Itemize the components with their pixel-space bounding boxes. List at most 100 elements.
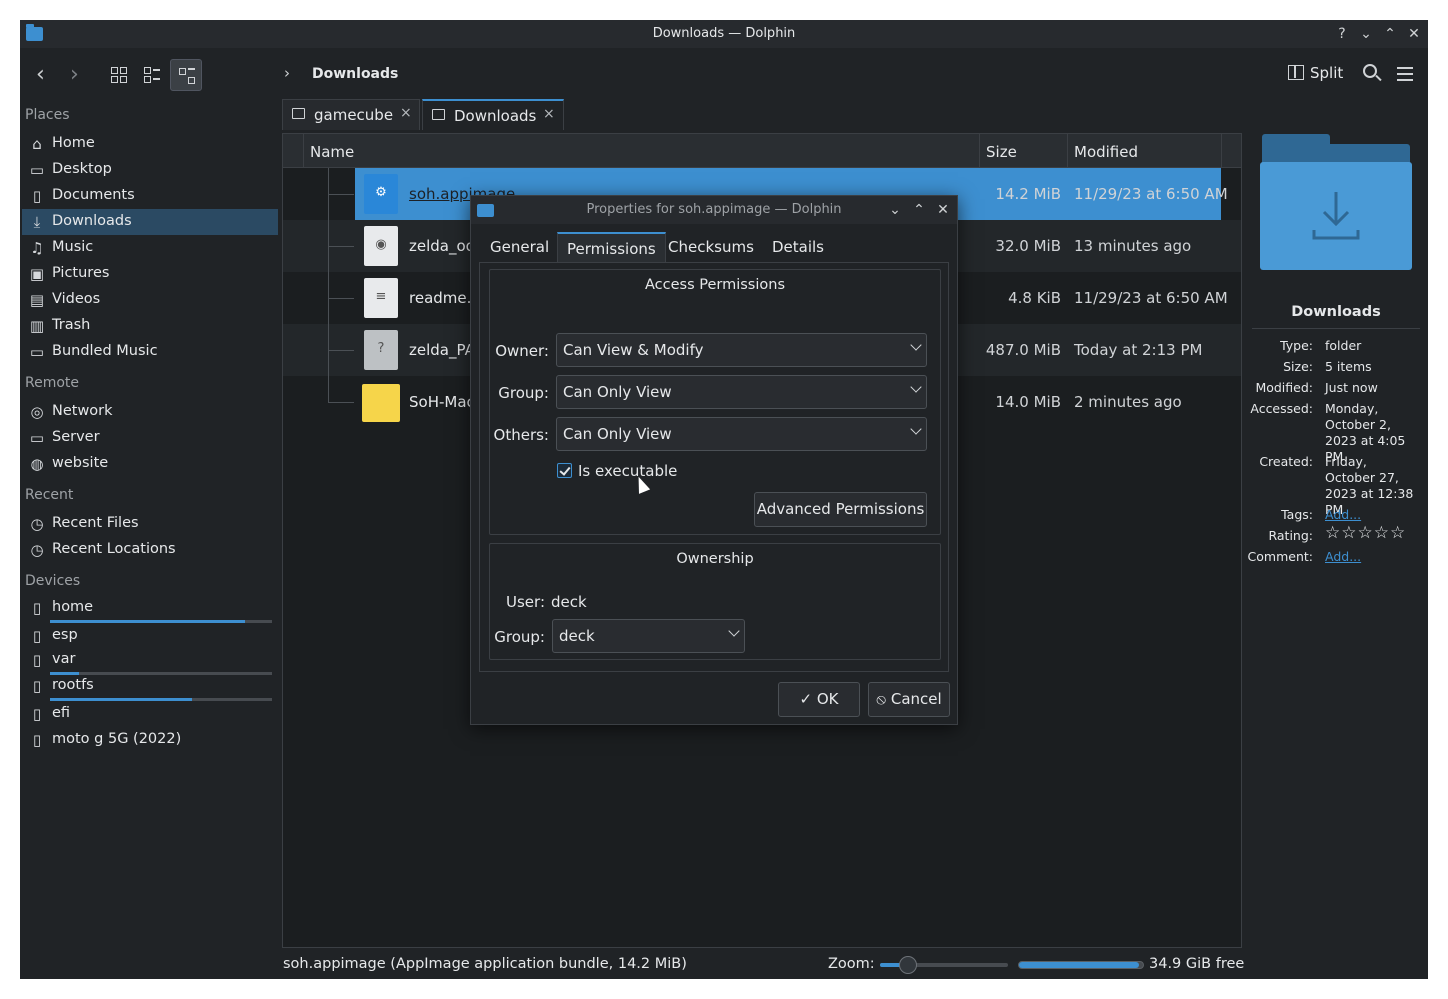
sidebar-item-videos[interactable]: ▤ Videos [22, 287, 278, 313]
others-permission-value: Can Only View [563, 425, 672, 443]
icons-view-button[interactable] [103, 59, 135, 91]
sidebar-item-trash[interactable]: ▥ Trash [22, 313, 278, 339]
phone-icon: ▯ [32, 731, 42, 749]
tree-line [328, 246, 354, 247]
breadcrumb-chevron-icon[interactable]: › [284, 64, 290, 82]
tab-downloads[interactable]: Downloads × [422, 99, 564, 130]
sidebar-item-recent-files[interactable]: ◷ Recent Files [22, 511, 278, 537]
group-label: Group: [498, 384, 549, 402]
search-icon[interactable] [1363, 64, 1377, 78]
sidebar-item-bundled-music[interactable]: ▭ Bundled Music [22, 339, 278, 365]
column-name[interactable]: Name [303, 134, 979, 168]
sidebar-item-var[interactable]: ▯ var [22, 647, 278, 673]
column-modified[interactable]: Modified [1067, 134, 1221, 168]
hamburger-menu-icon[interactable] [1397, 67, 1413, 81]
rating-stars[interactable]: ☆☆☆☆☆ [1325, 525, 1420, 542]
compact-view-button[interactable] [136, 59, 168, 91]
home-icon: ⌂ [32, 135, 42, 153]
sidebar-item-label: moto g 5G (2022) [52, 731, 182, 747]
sidebar-item-home[interactable]: ⌂ Home [22, 131, 278, 157]
sidebar-item-label: Bundled Music [52, 343, 158, 359]
pictures-icon: ▣ [29, 265, 45, 283]
column-header: Name Size Modified [283, 134, 1241, 168]
dialog-close-button[interactable]: ✕ [933, 200, 953, 220]
sidebar-section-title: Devices [25, 573, 81, 589]
dialog-maximize-button[interactable]: ⌃ [909, 200, 929, 220]
is-executable-label[interactable]: Is executable [578, 462, 677, 480]
info-size-key: Size: [1283, 359, 1313, 374]
sidebar-item-home[interactable]: ▯ home [22, 595, 278, 621]
chevron-down-icon [910, 423, 922, 435]
minimize-button[interactable]: ⌄ [1356, 24, 1376, 44]
ok-button[interactable]: ✓ OK [778, 682, 860, 717]
sidebar-item-efi[interactable]: ▯ efi [22, 701, 278, 727]
downloads-icon: ⤓ [33, 213, 41, 231]
close-button[interactable]: ✕ [1404, 24, 1424, 44]
info-accessed-key: Accessed: [1250, 401, 1313, 416]
split-label: Split [1310, 64, 1344, 82]
details-view-button[interactable] [170, 59, 202, 91]
split-button[interactable]: Split [1288, 64, 1343, 86]
cancel-button[interactable]: ⦸ Cancel [868, 682, 950, 717]
sidebar-item-moto-g-5g-2022[interactable]: ▯ moto g 5G (2022) [22, 727, 278, 753]
tree-line [328, 298, 354, 299]
others-permission-select[interactable]: Can Only View [556, 417, 927, 451]
close-tab-icon[interactable]: × [543, 106, 555, 122]
breadcrumb[interactable]: Downloads [312, 66, 398, 82]
sidebar-item-documents[interactable]: ▯ Documents [22, 183, 278, 209]
videos-icon: ▤ [29, 291, 45, 309]
tree-line [328, 194, 354, 195]
zoom-slider-handle[interactable] [899, 956, 918, 974]
tab-details[interactable]: Details [763, 232, 833, 262]
permissions-panel: Access Permissions Owner: Can View & Mod… [479, 262, 949, 672]
tab-permissions[interactable]: Permissions [557, 232, 666, 262]
zoom-slider[interactable] [880, 956, 1008, 974]
add-tags-link[interactable]: Add... [1325, 507, 1420, 523]
group-permission-value: Can Only View [563, 383, 672, 401]
back-arrow-icon[interactable]: ‹ [36, 64, 45, 86]
sidebar-item-label: Desktop [52, 161, 112, 177]
sidebar-item-music[interactable]: ♫ Music [22, 235, 278, 261]
tab-checksums[interactable]: Checksums [659, 232, 763, 262]
sidebar-item-network[interactable]: ◎ Network [22, 399, 278, 425]
file-name: SoH-Mac [409, 393, 475, 411]
cancel-label: Cancel [890, 690, 942, 708]
music-icon: ♫ [30, 239, 44, 257]
user-value: deck [551, 593, 587, 611]
add-comment-link[interactable]: Add... [1325, 549, 1420, 565]
sidebar-item-recent-locations[interactable]: ◷ Recent Locations [22, 537, 278, 563]
close-tab-icon[interactable]: × [400, 105, 412, 121]
advanced-permissions-button[interactable]: Advanced Permissions [754, 492, 927, 527]
sidebar-item-desktop[interactable]: ▭ Desktop [22, 157, 278, 183]
cancel-icon: ⦸ [876, 690, 891, 708]
documents-icon: ▯ [32, 187, 42, 205]
group-permission-select[interactable]: Can Only View [556, 375, 927, 409]
sidebar-item-label: home [52, 599, 94, 615]
sidebar-item-esp[interactable]: ▯ esp [22, 623, 278, 649]
tab-gamecube[interactable]: gamecube × [282, 99, 420, 130]
owner-permission-select[interactable]: Can View & Modify [556, 333, 927, 367]
sidebar-item-website[interactable]: ◍ website [22, 451, 278, 477]
forward-arrow-icon[interactable]: › [70, 64, 79, 86]
ownership-group-select[interactable]: deck [552, 619, 745, 653]
dialog-minimize-button[interactable]: ⌄ [885, 200, 905, 220]
sidebar-item-rootfs[interactable]: ▯ rootfs [22, 673, 278, 699]
text-file-icon: ≡ [364, 278, 398, 318]
help-button[interactable]: ? [1332, 24, 1352, 44]
maximize-button[interactable]: ⌃ [1380, 24, 1400, 44]
sidebar-item-label: Music [52, 239, 94, 255]
sidebar-item-downloads[interactable]: ⤓ Downloads [22, 209, 278, 235]
tab-label: gamecube [314, 106, 394, 124]
owner-label: Owner: [495, 342, 549, 360]
info-comment-key: Comment: [1247, 549, 1313, 564]
file-size: 4.8 KiB [1008, 289, 1061, 307]
sidebar-item-server[interactable]: ▭ Server [22, 425, 278, 451]
network-icon: ◎ [30, 403, 44, 421]
sidebar-item-pictures[interactable]: ▣ Pictures [22, 261, 278, 287]
downloads-folder-icon [1260, 132, 1412, 272]
tab-general[interactable]: General [481, 232, 558, 262]
is-executable-checkbox[interactable] [557, 463, 572, 478]
column-size[interactable]: Size [979, 134, 1067, 168]
sidebar-item-label: efi [52, 705, 71, 721]
file-name: readme.t [409, 289, 478, 307]
